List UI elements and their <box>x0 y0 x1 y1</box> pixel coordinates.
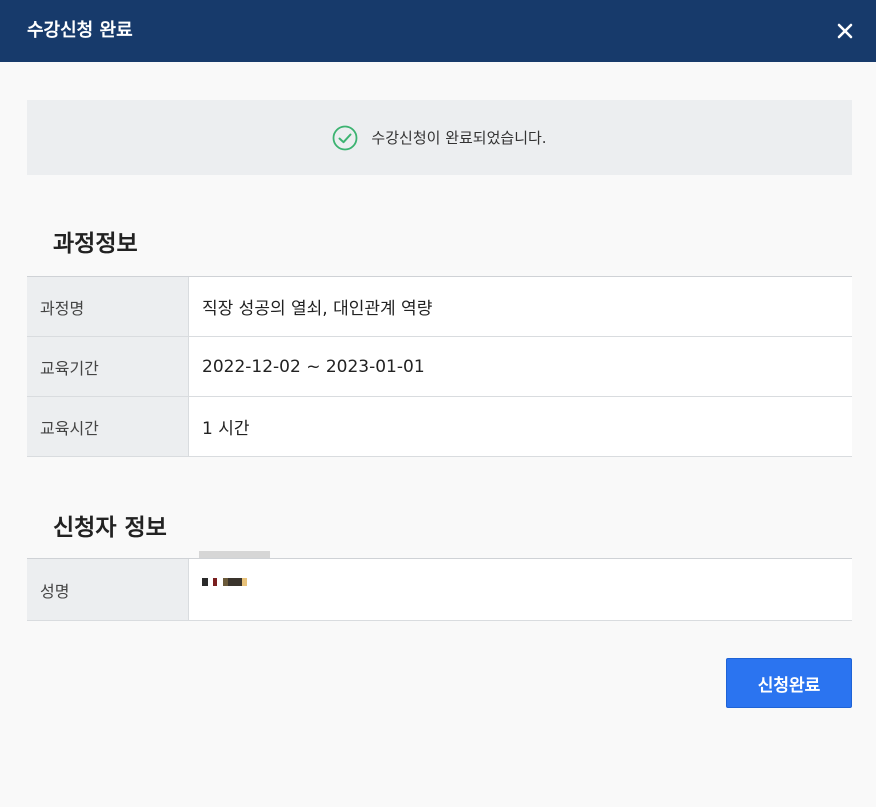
check-circle-icon <box>333 125 358 150</box>
table-row: 교육시간 1 시간 <box>27 397 852 457</box>
close-icon <box>837 23 853 39</box>
complete-enrollment-button[interactable]: 신청완료 <box>726 658 852 708</box>
course-info-table: 과정명 직장 성공의 열쇠, 대인관계 역량 교육기간 2022-12-02 ~… <box>27 276 852 457</box>
applicant-name-label: 성명 <box>27 559 189 620</box>
divider <box>199 551 270 558</box>
table-row: 교육기간 2022-12-02 ~ 2023-01-01 <box>27 337 852 397</box>
table-row: 성명 <box>27 559 852 621</box>
modal-header: 수강신청 완료 <box>0 0 876 62</box>
applicant-name-value <box>189 559 852 620</box>
course-period-label: 교육기간 <box>27 337 189 396</box>
course-name-value: 직장 성공의 열쇠, 대인관계 역량 <box>189 277 852 336</box>
redacted-name <box>202 577 247 586</box>
modal-title: 수강신청 완료 <box>27 20 133 41</box>
completion-notice: 수강신청이 완료되었습니다. <box>27 100 852 175</box>
enrollment-complete-modal: 수강신청 완료 수강신청이 완료되었습니다. 과정정보 과정명 직장 성공의 열… <box>0 0 876 807</box>
course-name-label: 과정명 <box>27 277 189 336</box>
course-hours-label: 교육시간 <box>27 397 189 456</box>
course-hours-value: 1 시간 <box>189 397 852 456</box>
notice-message: 수강신청이 완료되었습니다. <box>371 128 547 147</box>
close-button[interactable] <box>832 18 858 44</box>
course-period-value: 2022-12-02 ~ 2023-01-01 <box>189 337 852 396</box>
course-info-heading: 과정정보 <box>53 231 138 257</box>
applicant-info-table: 성명 <box>27 558 852 621</box>
table-row: 과정명 직장 성공의 열쇠, 대인관계 역량 <box>27 277 852 337</box>
applicant-info-heading: 신청자 정보 <box>53 515 167 541</box>
